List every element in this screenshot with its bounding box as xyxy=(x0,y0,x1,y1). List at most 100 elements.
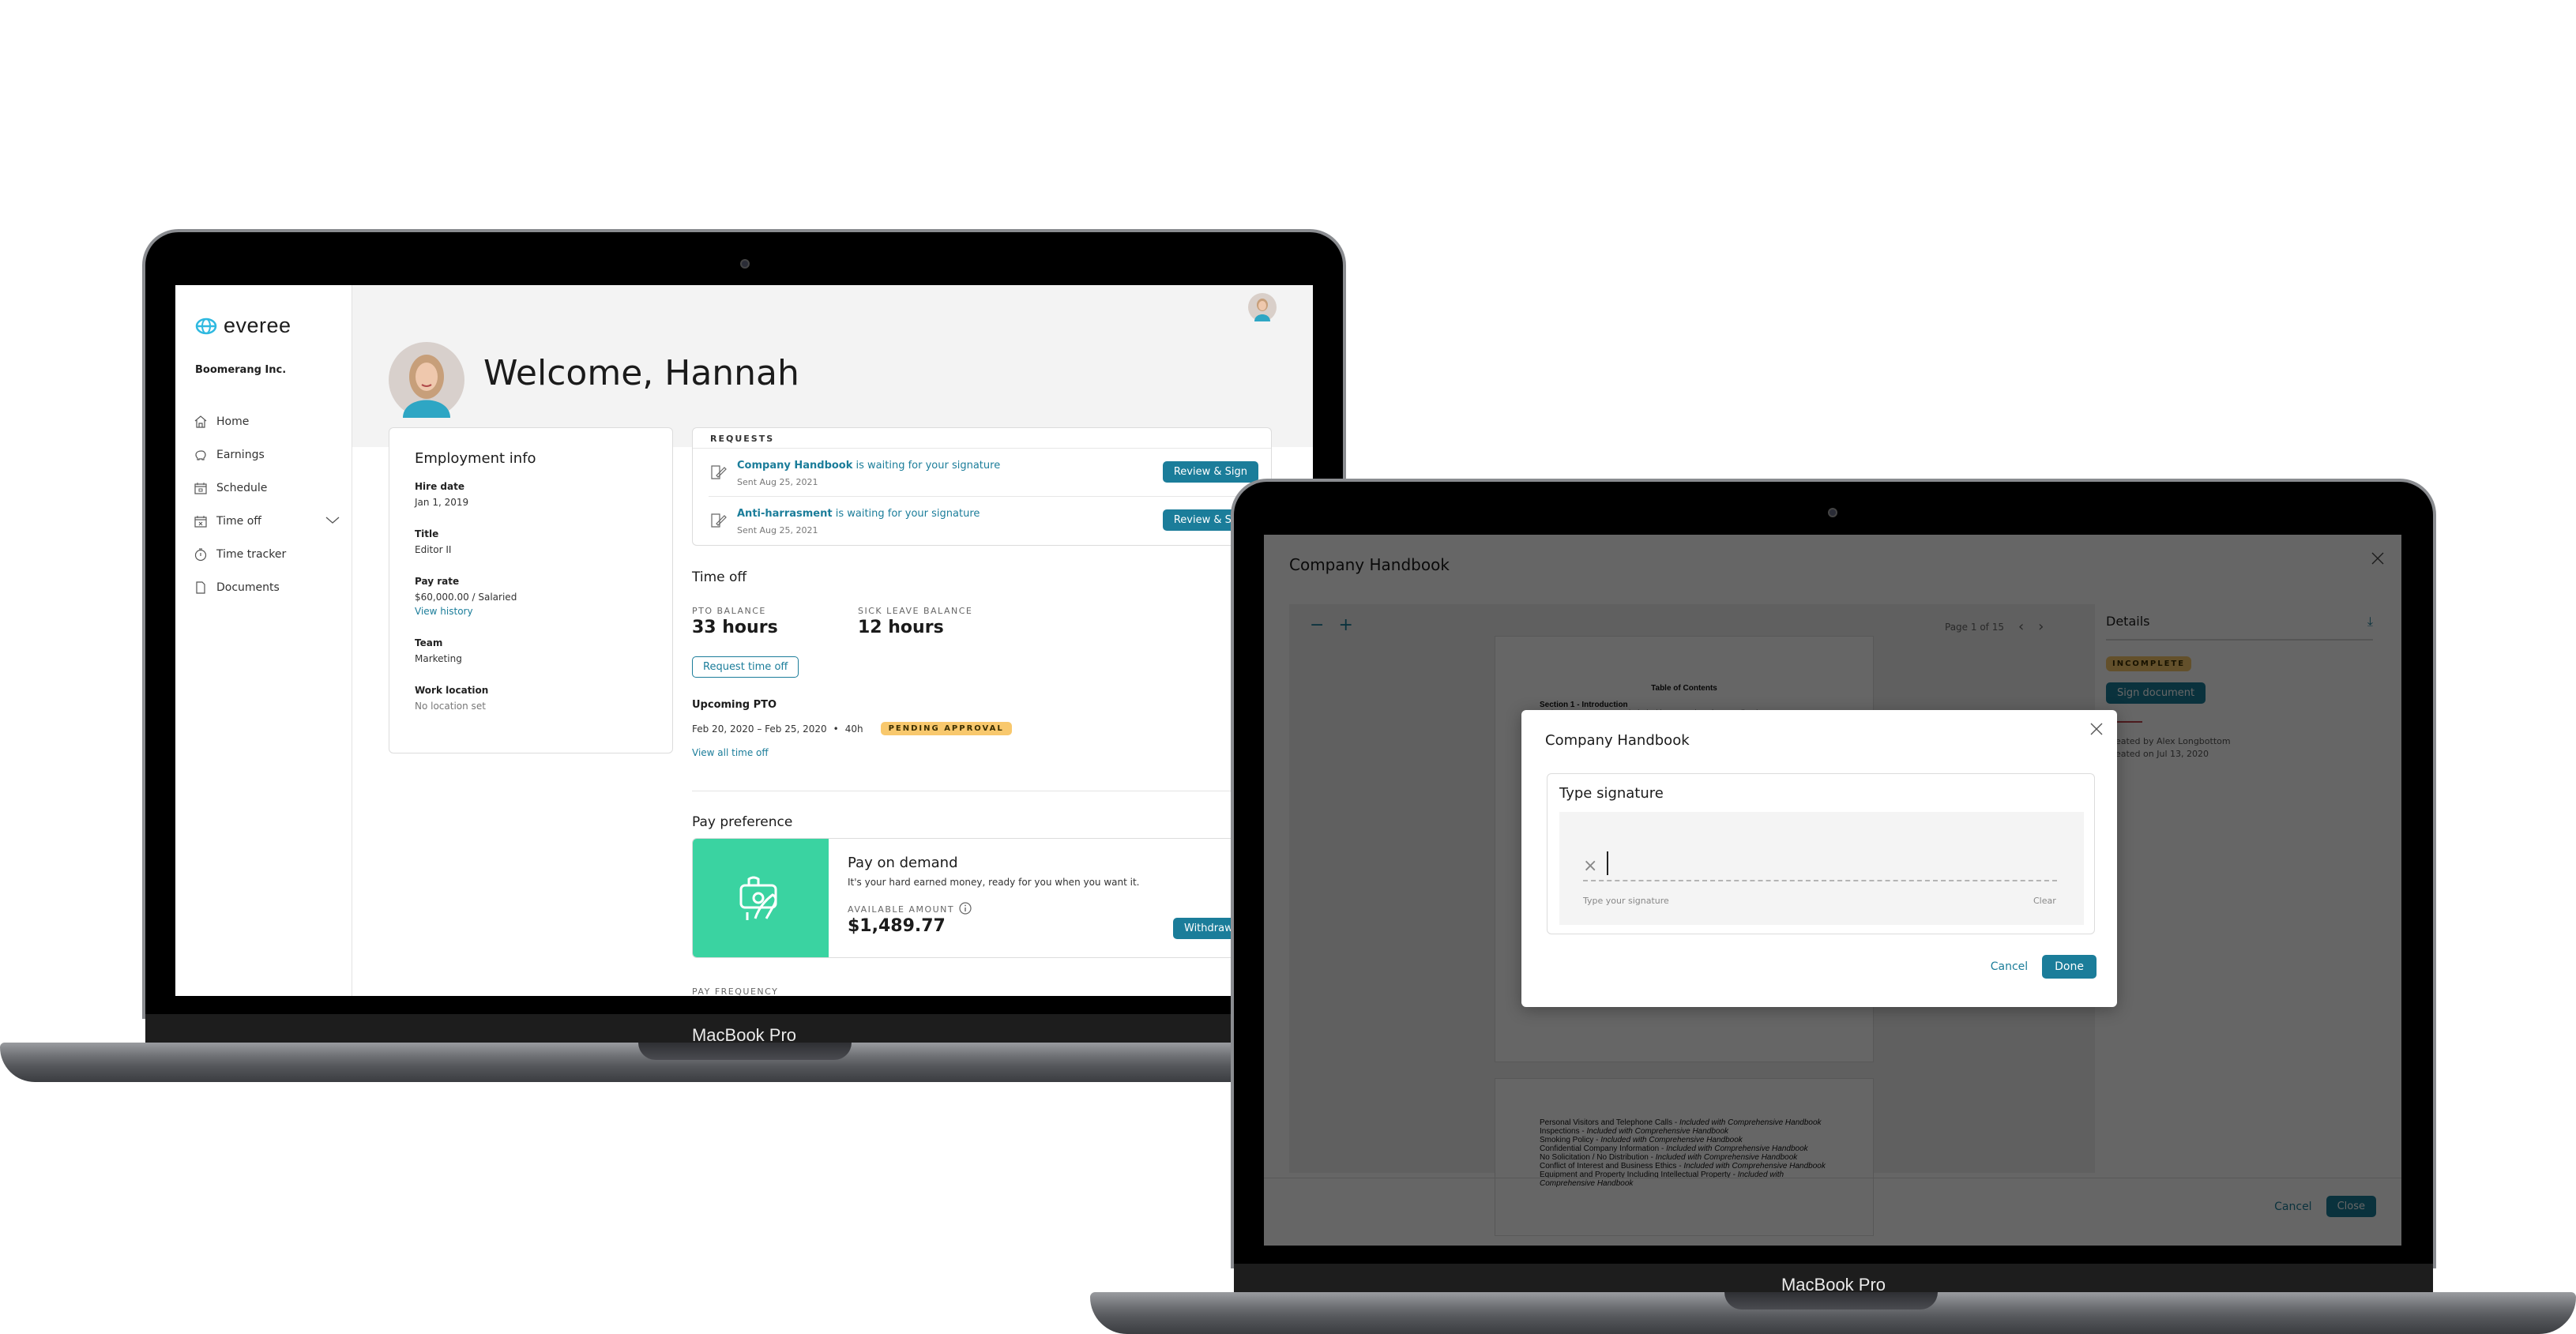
employment-info-title: Employment info xyxy=(415,450,536,467)
signature-card: Type signature × Type your signature Cle… xyxy=(1547,773,2095,934)
field-value: Marketing xyxy=(415,653,462,664)
field-label: Hire date xyxy=(415,481,464,492)
sidebar-item-earnings[interactable]: Earnings xyxy=(193,438,343,472)
pto-date-range: Feb 20, 2020 – Feb 25, 2020 xyxy=(692,723,827,735)
pto-balance: PTO BALANCE 33 hours xyxy=(692,606,778,637)
signature-area: × Type your signature Clear xyxy=(1559,812,2084,925)
sidebar-item-label: Earnings xyxy=(216,449,265,461)
laptop-notch-right xyxy=(1724,1292,1938,1310)
field-value: Editor II xyxy=(415,544,452,555)
sick-balance: SICK LEAVE BALANCE 12 hours xyxy=(858,606,972,637)
work-location-field: Work location No location set xyxy=(415,685,647,712)
review-sign-button[interactable]: Review & Sign xyxy=(1162,461,1258,483)
upcoming-pto-row: Feb 20, 2020 – Feb 25, 2020 • 40h PENDIN… xyxy=(692,722,1012,735)
signature-x-mark-icon: × xyxy=(1583,856,1598,876)
pay-rate-field: Pay rate $60,000.00 / Salaried View hist… xyxy=(415,576,647,617)
brand-logo[interactable]: everee xyxy=(195,314,291,338)
pay-card-title: Pay on demand xyxy=(848,855,958,871)
sidebar-item-time-off[interactable]: Time off xyxy=(193,505,343,538)
requests-heading: REQUESTS xyxy=(693,428,1271,449)
sidebar-item-label: Documents xyxy=(216,581,280,594)
dashboard-screen: everee Boomerang Inc. Home Earnings Sche… xyxy=(175,285,1313,996)
close-icon[interactable] xyxy=(2089,721,2104,740)
team-field: Team Marketing xyxy=(415,637,647,664)
field-label: Work location xyxy=(415,685,489,696)
stopwatch-icon xyxy=(193,547,209,562)
request-item: Anti-harrasment is waiting for your sign… xyxy=(709,497,1258,545)
sidebar: everee Boomerang Inc. Home Earnings Sche… xyxy=(175,285,352,996)
sidebar-item-label: Schedule xyxy=(216,482,268,494)
sidebar-item-schedule[interactable]: Schedule xyxy=(193,472,343,505)
request-text[interactable]: Company Handbook is waiting for your sig… xyxy=(737,460,1000,472)
bullet-separator: • xyxy=(833,723,839,735)
upcoming-pto-title: Upcoming PTO xyxy=(692,699,777,711)
pay-card-description: It's your hard earned money, ready for y… xyxy=(848,877,1140,888)
chevron-down-icon[interactable] xyxy=(325,515,340,528)
signature-modal: Company Handbook Type signature × Type y… xyxy=(1521,710,2117,1007)
field-label: Team xyxy=(415,637,443,648)
request-suffix: is waiting for your signature xyxy=(832,508,980,520)
field-value: No location set xyxy=(415,701,486,712)
camera-icon xyxy=(740,259,750,269)
sidebar-item-label: Time tracker xyxy=(216,548,287,561)
info-icon[interactable] xyxy=(959,902,972,917)
calendar-icon xyxy=(193,480,209,496)
request-text[interactable]: Anti-harrasment is waiting for your sign… xyxy=(737,508,980,520)
modal-title: Company Handbook xyxy=(1545,732,1690,749)
brand-name: everee xyxy=(224,314,291,337)
welcome-heading: Welcome, Hannah xyxy=(483,353,799,393)
sick-balance-value: 12 hours xyxy=(858,618,944,637)
pay-frequency-label: PAY FREQUENCY xyxy=(692,986,779,996)
sidebar-nav: Home Earnings Schedule Time off Time tra… xyxy=(193,405,343,604)
piggy-bank-icon xyxy=(193,447,209,463)
signature-card-title: Type signature xyxy=(1559,785,1664,802)
field-value: $60,000.00 / Salaried xyxy=(415,592,517,603)
signature-hint: Type your signature xyxy=(1583,896,1669,906)
sidebar-item-time-tracker[interactable]: Time tracker xyxy=(193,538,343,571)
pay-preference-title: Pay preference xyxy=(692,814,793,830)
request-doc-name: Anti-harrasment xyxy=(737,508,833,520)
document-sign-icon xyxy=(710,513,728,532)
requests-card: REQUESTS Company Handbook is waiting for… xyxy=(692,427,1272,546)
camera-icon xyxy=(1828,508,1837,517)
request-doc-name: Company Handbook xyxy=(737,460,853,472)
available-amount-value: $1,489.77 xyxy=(848,916,946,936)
available-amount-text: AVAILABLE AMOUNT xyxy=(848,904,955,915)
modal-cancel-button[interactable]: Cancel xyxy=(1991,960,2028,973)
request-time-off-button[interactable]: Request time off xyxy=(692,656,799,678)
employment-info-card: Employment info Hire date Jan 1, 2019 Ti… xyxy=(389,427,673,753)
pto-balance-value: 33 hours xyxy=(692,618,778,637)
pto-hours: 40h xyxy=(844,723,863,735)
request-sent-date: Sent Aug 25, 2021 xyxy=(737,525,818,535)
field-value: Jan 1, 2019 xyxy=(415,497,469,508)
hand-money-icon xyxy=(739,876,777,920)
done-button[interactable]: Done xyxy=(2042,955,2097,979)
view-all-time-off-link[interactable]: View all time off xyxy=(692,747,769,758)
view-history-link[interactable]: View history xyxy=(415,606,647,617)
available-amount-label: AVAILABLE AMOUNT xyxy=(848,902,972,917)
sidebar-item-home[interactable]: Home xyxy=(193,405,343,438)
laptop-notch-left xyxy=(638,1043,852,1060)
signature-input[interactable] xyxy=(1607,851,2049,875)
hire-date-field: Hire date Jan 1, 2019 xyxy=(415,481,647,508)
calendar-x-icon xyxy=(193,513,209,529)
sidebar-item-documents[interactable]: Documents xyxy=(193,571,343,604)
home-icon xyxy=(193,414,209,430)
pto-balance-label: PTO BALANCE xyxy=(692,606,766,616)
user-avatar[interactable] xyxy=(1248,293,1277,321)
sidebar-item-label: Home xyxy=(216,415,250,428)
profile-photo xyxy=(389,342,464,418)
sidebar-item-label: Time off xyxy=(216,515,261,528)
pay-icon-panel xyxy=(693,839,829,957)
sick-balance-label: SICK LEAVE BALANCE xyxy=(858,606,973,616)
signature-line xyxy=(1583,880,2057,881)
clear-signature-button[interactable]: Clear xyxy=(2033,896,2056,906)
request-item: Company Handbook is waiting for your sig… xyxy=(709,449,1258,497)
time-off-title: Time off xyxy=(692,569,747,585)
title-field: Title Editor II xyxy=(415,528,647,555)
pay-on-demand-card: Pay on demand It's your hard earned mone… xyxy=(692,838,1245,958)
request-sent-date: Sent Aug 25, 2021 xyxy=(737,477,818,487)
document-sign-icon xyxy=(710,464,728,483)
field-label: Pay rate xyxy=(415,576,460,587)
document-icon xyxy=(193,580,209,596)
